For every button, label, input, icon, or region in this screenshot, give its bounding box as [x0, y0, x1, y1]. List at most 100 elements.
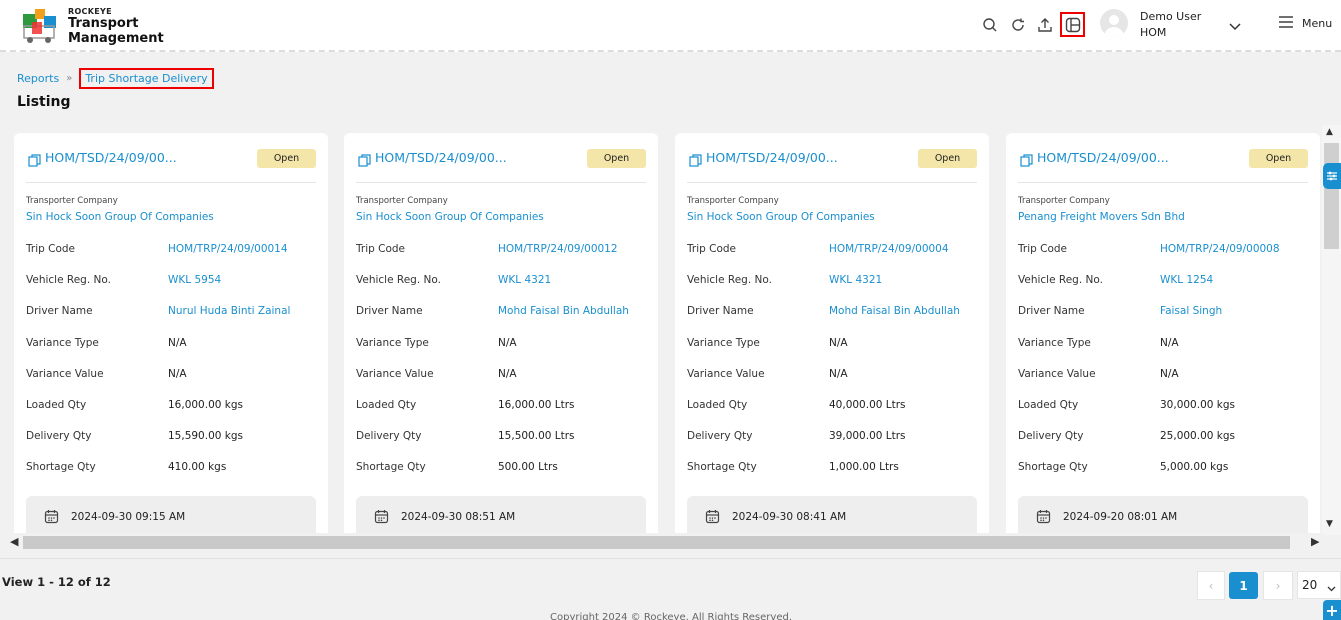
- variance-type-label: Variance Type: [26, 337, 99, 349]
- pagination-prev-button[interactable]: ‹: [1197, 571, 1225, 600]
- loaded-label: Loaded Qty: [687, 399, 748, 411]
- vehicle-label: Vehicle Reg. No.: [356, 274, 441, 286]
- copy-icon[interactable]: [689, 152, 702, 171]
- upload-icon[interactable]: [1034, 14, 1056, 36]
- view-count: View 1 - 12 of 12: [2, 575, 111, 589]
- transporter-company-value[interactable]: Sin Hock Soon Group Of Companies: [687, 211, 875, 223]
- filter-settings-button[interactable]: [1323, 163, 1341, 189]
- loaded-value: 16,000.00 Ltrs: [498, 399, 575, 411]
- shortage-label: Shortage Qty: [687, 461, 757, 473]
- card-divider: [26, 182, 316, 183]
- vehicle-value[interactable]: WKL 1254: [1160, 274, 1213, 286]
- breadcrumb-reports-link[interactable]: Reports: [17, 72, 59, 85]
- driver-value[interactable]: Faisal Singh: [1160, 305, 1222, 317]
- layout-icon[interactable]: [1060, 12, 1085, 37]
- chevron-right-icon: ›: [1275, 578, 1281, 593]
- record-card[interactable]: HOM/TSD/24/09/00... Open Transporter Compa…: [344, 133, 658, 534]
- breadcrumb-current[interactable]: Trip Shortage Delivery: [79, 68, 214, 89]
- loaded-value: 30,000.00 kgs: [1160, 399, 1235, 411]
- variance-type-label: Variance Type: [356, 337, 429, 349]
- variance-type-value: N/A: [498, 337, 517, 349]
- driver-value[interactable]: Mohd Faisal Bin Abdullah: [829, 305, 960, 317]
- transporter-company-value[interactable]: Sin Hock Soon Group Of Companies: [356, 211, 544, 223]
- page-size-select[interactable]: 20: [1297, 571, 1341, 599]
- card-code-link[interactable]: HOM/TSD/24/09/00...: [706, 150, 838, 165]
- user-name[interactable]: Demo User: [1140, 10, 1201, 23]
- calendar-icon: [705, 509, 720, 528]
- add-button[interactable]: +: [1323, 600, 1341, 620]
- card-divider: [1018, 182, 1308, 183]
- delivery-value: 39,000.00 Ltrs: [829, 430, 906, 442]
- breadcrumb: Reports » Trip Shortage Delivery: [17, 68, 214, 89]
- variance-value-label: Variance Value: [26, 368, 104, 380]
- brand-title-line2: Management: [68, 31, 164, 46]
- copy-icon[interactable]: [1020, 152, 1033, 171]
- date-box: 2024-09-30 08:41 AM: [687, 496, 977, 534]
- search-icon[interactable]: [979, 14, 1001, 36]
- vehicle-value[interactable]: WKL 4321: [829, 274, 882, 286]
- delivery-value: 15,500.00 Ltrs: [498, 430, 575, 442]
- pagination-next-button[interactable]: ›: [1263, 571, 1293, 600]
- trip-code-value[interactable]: HOM/TRP/24/09/00014: [168, 243, 288, 255]
- status-badge: Open: [1249, 149, 1308, 168]
- chevron-down-icon[interactable]: [1228, 17, 1242, 36]
- card-list: HOM/TSD/24/09/00... Open Transporter Compa…: [0, 125, 1322, 534]
- hamburger-icon: [1278, 16, 1294, 31]
- scroll-thumb[interactable]: [23, 536, 1290, 549]
- card-divider: [356, 182, 646, 183]
- pagination-page-1[interactable]: 1: [1229, 572, 1258, 599]
- delivery-label: Delivery Qty: [26, 430, 92, 442]
- card-code-link[interactable]: HOM/TSD/24/09/00...: [375, 150, 507, 165]
- horizontal-scrollbar[interactable]: ◀ ▶: [0, 533, 1325, 552]
- vehicle-value[interactable]: WKL 4321: [498, 274, 551, 286]
- vehicle-label: Vehicle Reg. No.: [687, 274, 772, 286]
- scroll-thumb[interactable]: [1324, 143, 1339, 249]
- copyright-text: Copyright 2024 © Rockeye. All Rights Res…: [550, 612, 792, 620]
- copy-icon[interactable]: [358, 152, 371, 171]
- trip-code-value[interactable]: HOM/TRP/24/09/00012: [498, 243, 618, 255]
- copy-icon[interactable]: [28, 152, 41, 171]
- shortage-label: Shortage Qty: [1018, 461, 1088, 473]
- variance-type-label: Variance Type: [1018, 337, 1091, 349]
- app-logo[interactable]: [22, 8, 60, 44]
- record-card[interactable]: HOM/TSD/24/09/00... Open Transporter Compa…: [675, 133, 989, 534]
- driver-value[interactable]: Nurul Huda Binti Zainal: [168, 305, 290, 317]
- date-box: 2024-09-30 08:51 AM: [356, 496, 646, 534]
- scroll-up-icon[interactable]: ▲: [1326, 127, 1333, 137]
- card-code-link[interactable]: HOM/TSD/24/09/00...: [1037, 150, 1169, 165]
- delivery-label: Delivery Qty: [687, 430, 753, 442]
- record-card[interactable]: HOM/TSD/24/09/00... Open Transporter Compa…: [14, 133, 328, 534]
- variance-type-label: Variance Type: [687, 337, 760, 349]
- variance-value-label: Variance Value: [687, 368, 765, 380]
- brand-title-line1: Transport: [68, 16, 139, 31]
- avatar[interactable]: [1100, 9, 1128, 37]
- driver-label: Driver Name: [1018, 305, 1085, 317]
- sliders-icon: [1327, 171, 1337, 181]
- vehicle-value[interactable]: WKL 5954: [168, 274, 221, 286]
- transporter-company-label: Transporter Company: [26, 196, 118, 206]
- trip-code-value[interactable]: HOM/TRP/24/09/00004: [829, 243, 949, 255]
- variance-type-value: N/A: [168, 337, 187, 349]
- date-box: 2024-09-30 09:15 AM: [26, 496, 316, 534]
- card-divider: [687, 182, 977, 183]
- transporter-company-value[interactable]: Penang Freight Movers Sdn Bhd: [1018, 211, 1185, 223]
- user-branch[interactable]: HOM: [1140, 26, 1166, 39]
- transporter-company-label: Transporter Company: [1018, 196, 1110, 206]
- card-header: HOM/TSD/24/09/00... Open: [1018, 149, 1308, 173]
- transporter-company-value[interactable]: Sin Hock Soon Group Of Companies: [26, 211, 214, 223]
- record-card[interactable]: HOM/TSD/24/09/00... Open Transporter Compa…: [1006, 133, 1320, 534]
- trip-code-value[interactable]: HOM/TRP/24/09/00008: [1160, 243, 1280, 255]
- variance-value-value: N/A: [168, 368, 187, 380]
- refresh-icon[interactable]: [1007, 14, 1029, 36]
- menu-button[interactable]: Menu: [1278, 16, 1332, 31]
- shortage-value: 410.00 kgs: [168, 461, 227, 473]
- driver-value[interactable]: Mohd Faisal Bin Abdullah: [498, 305, 629, 317]
- card-header: HOM/TSD/24/09/00... Open: [26, 149, 316, 173]
- top-header: ROCKEYE Transport Management Demo User H…: [0, 0, 1341, 52]
- card-code-link[interactable]: HOM/TSD/24/09/00...: [45, 150, 177, 165]
- scroll-right-icon[interactable]: ▶: [1311, 535, 1319, 548]
- scroll-left-icon[interactable]: ◀: [10, 535, 18, 548]
- loaded-value: 16,000.00 kgs: [168, 399, 243, 411]
- scroll-down-icon[interactable]: ▼: [1326, 519, 1333, 529]
- loaded-label: Loaded Qty: [1018, 399, 1079, 411]
